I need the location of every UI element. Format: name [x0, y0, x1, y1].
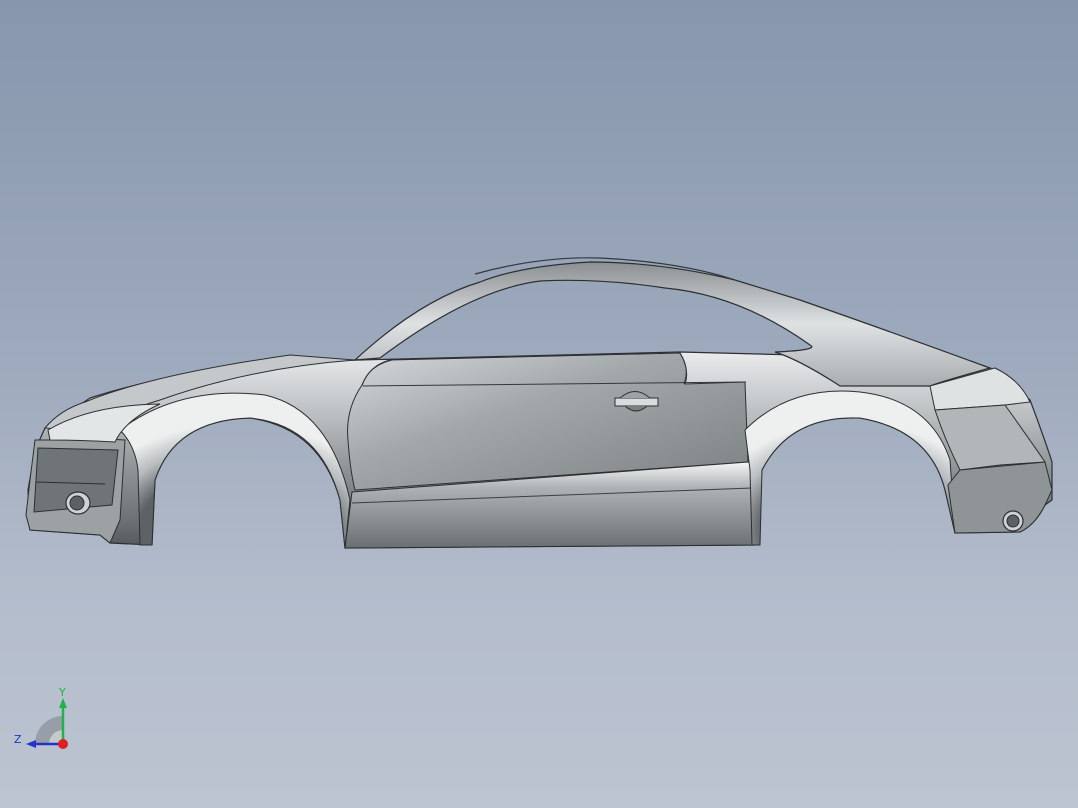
fog-light-inner [69, 495, 85, 511]
y-axis-label: Y [58, 686, 66, 699]
3d-viewport[interactable] [0, 0, 1078, 808]
z-axis-label: Z [14, 733, 22, 746]
x-axis-dot [58, 739, 68, 749]
rear-bumper [947, 461, 1053, 534]
y-axis-arrow [59, 698, 67, 708]
view-orientation-triad[interactable]: Y Z [10, 686, 80, 756]
exhaust-tip-inner [1006, 514, 1020, 528]
car-body-model[interactable] [0, 0, 1078, 808]
z-axis-arrow [26, 740, 36, 748]
